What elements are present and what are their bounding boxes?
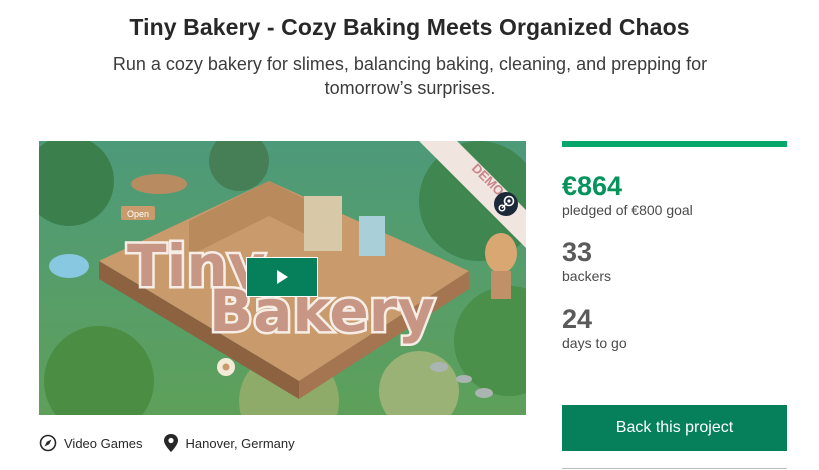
steam-icon (494, 192, 518, 216)
logo-line-2: Bakery (209, 277, 435, 345)
project-video[interactable]: Open Tiny Bakery DEMO (39, 141, 526, 415)
category-link[interactable]: Video Games (39, 434, 143, 452)
days-to-go-label: days to go (562, 335, 627, 351)
location-label: Hanover, Germany (185, 435, 295, 451)
location-link[interactable]: Hanover, Germany (163, 433, 295, 453)
compass-icon (39, 434, 57, 452)
back-this-project-button[interactable]: Back this project (562, 405, 787, 451)
funding-progress-fill (562, 141, 787, 147)
pledged-amount: €864 (562, 171, 623, 201)
play-icon (277, 270, 288, 284)
play-button[interactable] (246, 257, 318, 297)
project-title: Tiny Bakery - Cozy Baking Meets Organize… (129, 14, 690, 40)
pledged-label: pledged of €800 goal (562, 202, 693, 218)
days-to-go-count: 24 (562, 304, 593, 334)
backers-count: 33 (562, 237, 593, 267)
category-label: Video Games (64, 435, 143, 451)
map-pin-icon (163, 434, 178, 452)
backers-label: backers (562, 268, 612, 284)
project-blurb: Run a cozy bakery for slimes, balancing … (112, 54, 708, 98)
divider (562, 468, 787, 469)
funding-progress-bar (562, 141, 787, 147)
project-meta: Video Games Hanover, Germany (39, 432, 315, 454)
campaign-stats: €864 pledged of €800 goal 33 backers 24 … (562, 141, 787, 352)
open-sign: Open (127, 209, 149, 219)
